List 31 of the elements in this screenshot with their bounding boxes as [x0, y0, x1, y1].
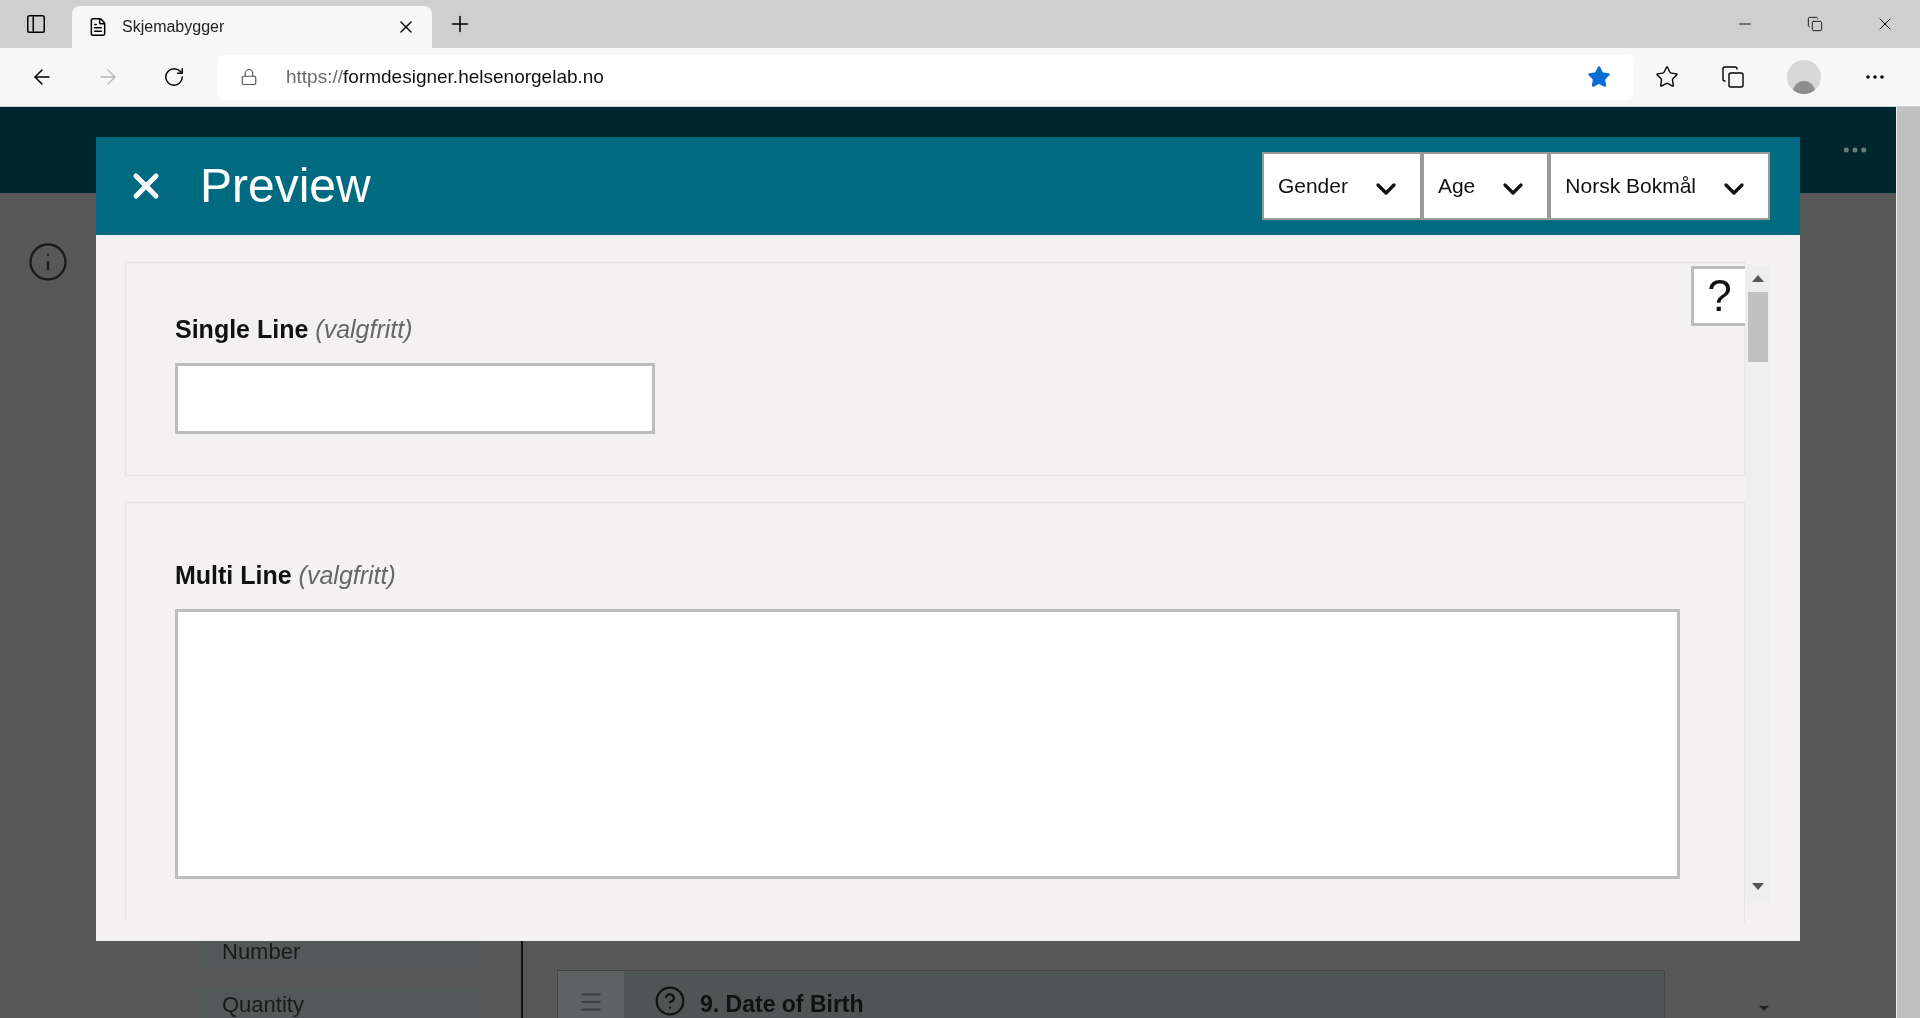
dialog-scrollbar[interactable] — [1745, 266, 1770, 903]
scroll-up-icon[interactable] — [1751, 274, 1764, 282]
page-scrollbar[interactable] — [1896, 107, 1920, 1018]
filter-dropdown[interactable]: Age — [1421, 152, 1550, 220]
filter-dropdown[interactable]: Norsk Bokmål — [1549, 152, 1770, 220]
info-icon[interactable] — [27, 241, 69, 283]
scroll-thumb[interactable] — [1747, 292, 1768, 362]
favorites-icon[interactable] — [1655, 65, 1679, 89]
filter-dropdown[interactable]: Gender — [1261, 152, 1422, 220]
input-field[interactable] — [175, 362, 655, 434]
tab-title: Skjemabygger — [122, 17, 226, 37]
browser-tab[interactable]: Skjemabygger — [72, 6, 432, 48]
address-bar[interactable]: https://formdesigner.helsenorgelab.no — [218, 54, 1633, 100]
dialog-title: Preview — [200, 158, 372, 214]
reload-icon[interactable] — [163, 66, 185, 88]
help-icon[interactable] — [654, 985, 686, 1017]
url-text: https://formdesigner.helsenorgelab.no — [286, 64, 605, 89]
optional-hint: (valgfritt) — [298, 561, 396, 589]
document-icon — [88, 17, 108, 37]
help-button[interactable]: ? — [1691, 266, 1745, 326]
collections-icon[interactable] — [1721, 65, 1745, 89]
field-label: Single Line — [175, 315, 309, 343]
lock-icon — [240, 68, 258, 86]
field-label: Multi Line — [175, 561, 292, 589]
profile-avatar[interactable] — [1787, 60, 1821, 94]
question-title: 9. Date of Birth — [700, 990, 864, 1018]
tab-actions-icon[interactable] — [25, 13, 47, 35]
restore-icon[interactable] — [1807, 16, 1823, 32]
scroll-down-icon[interactable] — [1751, 883, 1764, 891]
optional-hint: (valgfritt) — [315, 315, 413, 343]
favorite-star-icon[interactable] — [1587, 65, 1611, 89]
